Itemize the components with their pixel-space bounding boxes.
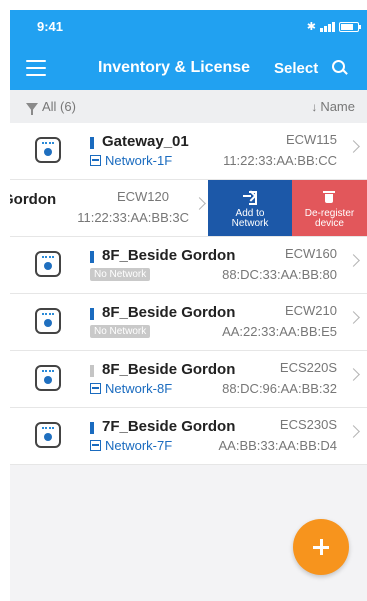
bluetooth-icon: ✱ [306,21,316,33]
network-label: Network-8F [90,381,172,396]
device-list: Gateway_01 Network-1F ECW115 11:22:33:AA… [10,123,367,465]
status-icons: ✱ [306,20,361,33]
device-row[interactable]: Gateway_01 Network-1F ECW115 11:22:33:AA… [10,123,367,180]
chevron-right-icon [347,368,360,381]
device-model: ECW120 [116,189,169,204]
status-indicator [90,251,94,263]
chevron-right-icon [347,425,360,438]
device-model: ECW160 [284,246,337,261]
network-name: Network-1F [105,153,173,168]
access-point-icon [35,137,61,163]
search-icon[interactable] [332,60,348,76]
device-row-swiped[interactable]: Gordon ECW120 11:22:33:AA:BB:3C Add toNe… [10,180,367,237]
device-name: Gateway_01 [102,133,189,150]
device-name: 8F_Beside Gordon [102,361,236,378]
network-label: Network-1F [90,153,172,168]
add-to-network-button[interactable]: Add to Network [208,180,292,236]
status-indicator [90,308,94,320]
sort-label: Name [320,99,355,114]
device-model: ECW210 [284,303,337,318]
filter-bar: All (6) ↓ Name [10,90,367,123]
page-title: Inventory & License [98,59,251,76]
chevron-right-icon [193,197,206,210]
trash-icon [323,191,335,204]
deregister-device-label: De-register device [304,208,355,229]
status-bar: 9:41 ✱ [10,10,367,44]
no-network-badge: No Network [90,268,151,281]
network-name: Network-7F [105,438,173,453]
device-model: ECS220S [279,360,337,375]
device-name: 8F_Beside Gordon [102,304,236,321]
sort-arrow-icon: ↓ [311,99,318,114]
device-mac: AA:22:33:AA:BB:E5 [222,324,337,339]
signal-icon [320,21,335,32]
network-icon [90,440,101,451]
device-name: 8F_Beside Gordon [102,247,236,264]
network-label: Network-7F [90,438,172,453]
status-indicator [90,422,94,434]
device-mac: 11:22:33:AA:BB:CC [223,153,337,168]
select-button[interactable]: Select [274,60,318,77]
device-mac: 88:DC:96:AA:BB:32 [222,381,337,396]
device-name: Gordon [10,191,57,208]
status-indicator [90,137,94,149]
access-point-icon [35,365,61,391]
deregister-device-button[interactable]: De-register device [292,180,367,236]
device-row[interactable]: 7F_Beside Gordon Network-7F ECS230S AA:B… [10,408,367,465]
status-time: 9:41 [37,19,64,34]
filter-label: All (6) [42,99,76,114]
device-mac: 88:DC:33:AA:BB:80 [222,267,337,282]
chevron-right-icon [347,254,360,267]
device-model: ECS230S [279,417,337,432]
status-indicator [90,365,94,377]
access-point-icon [35,308,61,334]
chevron-right-icon [347,140,360,153]
network-name: Network-8F [105,381,173,396]
device-model: ECW115 [285,132,337,147]
device-name: 7F_Beside Gordon [102,418,236,435]
filter-icon [26,102,38,115]
chevron-right-icon [347,311,360,324]
access-point-icon [35,422,61,448]
app-bar: Inventory & License Select [10,44,367,90]
battery-icon [339,21,361,32]
network-icon [90,155,101,166]
device-row[interactable]: 8F_Beside Gordon No Network ECW210 AA:22… [10,294,367,351]
app-screen: 9:41 ✱ Inventory & License Select All (6… [10,10,367,601]
add-device-button[interactable] [293,519,349,575]
device-row[interactable]: 8F_Beside Gordon No Network ECW160 88:DC… [10,237,367,294]
add-to-network-label: Add to Network [231,208,269,229]
no-network-badge: No Network [90,325,151,338]
sort-button[interactable]: ↓ Name [311,99,355,114]
hamburger-menu-icon[interactable] [26,60,46,76]
access-point-icon [35,251,61,277]
network-icon [90,383,101,394]
device-mac: AA:BB:33:AA:BB:D4 [218,438,337,453]
swiped-row-content[interactable]: Gordon ECW120 11:22:33:AA:BB:3C [10,180,208,236]
device-row[interactable]: 8F_Beside Gordon Network-8F ECS220S 88:D… [10,351,367,408]
device-mac: 11:22:33:AA:BB:3C [77,210,189,225]
filter-button[interactable]: All (6) [26,99,76,115]
